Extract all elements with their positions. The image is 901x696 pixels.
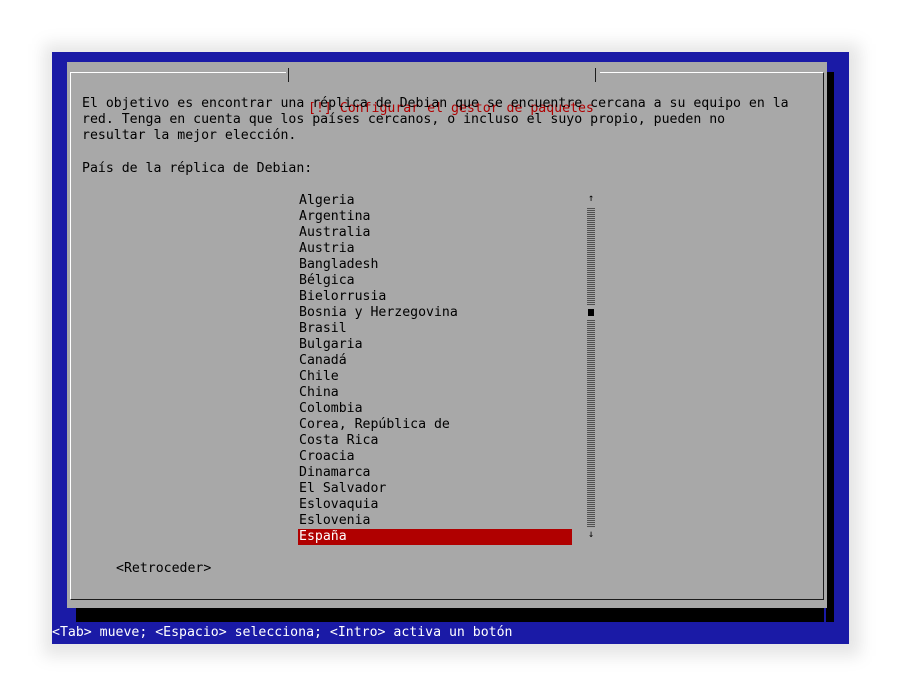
list-item[interactable]: Bélgica [298, 273, 572, 289]
list-item[interactable]: El Salvador [298, 481, 572, 497]
list-item[interactable]: Argentina [298, 209, 572, 225]
scroll-track-lower[interactable] [587, 319, 595, 527]
dialog-shadow-bottom [76, 608, 824, 622]
intro-line-1: El objetivo es encontrar una réplica de … [82, 96, 789, 111]
intro-line-3: resultar la mejor elección. [82, 128, 297, 143]
list-item[interactable]: Bosnia y Herzegovina [298, 305, 572, 321]
list-item[interactable]: Colombia [298, 401, 572, 417]
list-item[interactable]: Dinamarca [298, 465, 572, 481]
list-scrollbar[interactable]: ↑ ↓ [586, 193, 596, 545]
list-item[interactable]: Austria [298, 241, 572, 257]
keyboard-help-statusbar: <Tab> mueve; <Espacio> selecciona; <Intr… [52, 625, 513, 640]
dialog-title-box: [!] Configurar el gestor de paquetes [286, 64, 600, 116]
list-item[interactable]: Costa Rica [298, 433, 572, 449]
dialog-shadow-right [826, 72, 834, 622]
back-button[interactable]: <Retroceder> [116, 561, 211, 577]
list-item[interactable]: Eslovaquia [298, 497, 572, 513]
list-item[interactable]: Bielorrusia [298, 289, 572, 305]
list-item[interactable]: Bulgaria [298, 337, 572, 353]
list-item[interactable]: Chile [298, 369, 572, 385]
intro-text: El objetivo es encontrar una réplica de … [82, 96, 789, 144]
title-separator-left [288, 68, 289, 82]
list-item[interactable]: China [298, 385, 572, 401]
list-item-selected[interactable]: España [298, 529, 572, 545]
list-item[interactable]: Australia [298, 225, 572, 241]
title-separator-right [595, 68, 596, 82]
country-list[interactable]: Algeria Argentina Australia Austria Bang… [298, 193, 572, 545]
list-item[interactable]: Brasil [298, 321, 572, 337]
list-item[interactable]: Bangladesh [298, 257, 572, 273]
list-item[interactable]: Corea, República de [298, 417, 572, 433]
scroll-down-arrow-icon[interactable]: ↓ [586, 529, 596, 541]
scroll-thumb[interactable] [588, 309, 594, 316]
scroll-track-upper[interactable] [587, 207, 595, 305]
list-item[interactable]: Eslovenia [298, 513, 572, 529]
mirror-country-prompt: País de la réplica de Debian: [82, 161, 313, 176]
list-item[interactable]: Algeria [298, 193, 572, 209]
list-item[interactable]: Croacia [298, 449, 572, 465]
list-item[interactable]: Canadá [298, 353, 572, 369]
intro-line-2: red. Tenga en cuenta que los países cerc… [82, 112, 726, 127]
scroll-up-arrow-icon[interactable]: ↑ [586, 193, 596, 205]
